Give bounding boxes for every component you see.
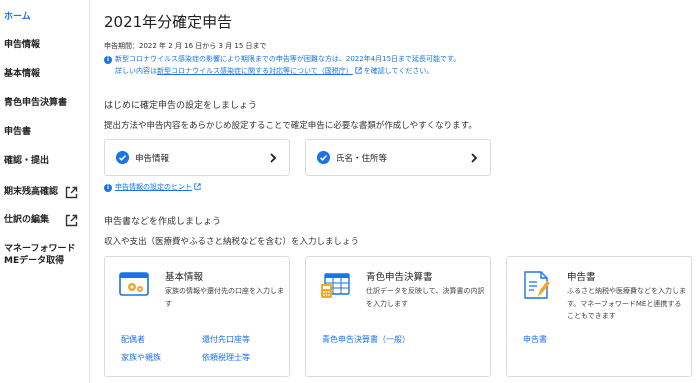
external-link-icon bbox=[65, 214, 78, 227]
external-link-icon bbox=[194, 183, 201, 190]
setup-description: 提出方法や申告内容をあらかじめ設定することで確定申告に必要な書類が作成しやすくな… bbox=[104, 121, 477, 131]
info-icon: i bbox=[104, 56, 112, 64]
notice-text: を確認してください。 bbox=[363, 67, 434, 75]
documents-description: 収入や支出（医療費やふるさと納税などを含む）を入力しましょう bbox=[104, 237, 360, 247]
filing-info-card[interactable]: 申告情報 bbox=[104, 139, 290, 176]
card-title: 青色申告決算書 bbox=[366, 272, 433, 283]
blue-return-card[interactable]: 青色申告決算書 仕訳データを反映して、決算書の内訳を入力します 青色申告決算書（… bbox=[305, 256, 491, 377]
name-address-card[interactable]: 氏名・住所等 bbox=[305, 139, 491, 176]
return-form-link[interactable]: 申告書 bbox=[523, 334, 547, 345]
main-content: 2021年分確定申告 申告期間：2022 年 2 月 16 日から 3 月 15… bbox=[90, 0, 700, 383]
filing-period: 申告期間：2022 年 2 月 16 日から 3 月 15 日まで bbox=[104, 42, 267, 50]
sidebar-item-filing-info[interactable]: 申告情報 bbox=[0, 39, 90, 51]
sidebar-item-basic-info[interactable]: 基本情報 bbox=[0, 68, 90, 80]
settings-window-icon bbox=[119, 272, 149, 296]
sidebar-item-label: 期末残高確認 bbox=[4, 187, 59, 197]
spreadsheet-calculator-icon bbox=[321, 273, 350, 298]
external-link-icon bbox=[355, 67, 362, 74]
sidebar-item-journal-edit[interactable]: 仕訳の編集 bbox=[0, 214, 90, 227]
sidebar: ホーム 申告情報 基本情報 青色申告決算書 申告書 確認・提出 期末残高確認 仕… bbox=[0, 0, 90, 383]
card-description: ふるさと納税や医療費などを入力します。マネーフォワードMEと連携することもできま… bbox=[567, 287, 686, 320]
setup-hint: i 申告情報の設定のヒント bbox=[104, 182, 203, 192]
covid-info-link[interactable]: 新型コロナウイルス感染症に関する対応等について（国税庁） bbox=[157, 67, 353, 75]
basic-info-card[interactable]: 基本情報 家族の情報や還付先の口座を入力します 配偶者 還付先口座等 家族や親族… bbox=[104, 256, 290, 377]
card-description: 家族の情報や還付先の口座を入力します bbox=[165, 287, 284, 308]
documents-heading: 申告書などを作成しましょう bbox=[104, 217, 222, 227]
sidebar-item-confirm-submit[interactable]: 確認・提出 bbox=[0, 155, 90, 167]
setup-heading: はじめに確定申告の設定をしましょう bbox=[104, 101, 258, 111]
return-form-card[interactable]: 申告書 ふるさと納税や医療費などを入力します。マネーフォワードMEと連携すること… bbox=[506, 256, 692, 377]
chevron-right-icon bbox=[270, 153, 277, 163]
card-label: 氏名・住所等 bbox=[336, 154, 388, 164]
blue-return-general-link[interactable]: 青色申告決算書（一般） bbox=[322, 334, 410, 345]
chevron-right-icon bbox=[471, 153, 478, 163]
document-pencil-icon bbox=[524, 271, 550, 299]
notice-text: 新型コロナウイルス感染症の影響により期限までの申告等が困難な方は、2022年4月… bbox=[115, 55, 461, 63]
family-link[interactable]: 家族や親族 bbox=[121, 352, 161, 363]
tax-accountant-link[interactable]: 依頼税理士等 bbox=[202, 352, 250, 363]
card-title: 申告書 bbox=[567, 272, 596, 283]
sidebar-item-closing-balance[interactable]: 期末残高確認 bbox=[0, 186, 90, 199]
card-label: 申告情報 bbox=[135, 154, 170, 164]
sidebar-item-label: マネーフォワード bbox=[4, 244, 76, 254]
page-title: 2021年分確定申告 bbox=[104, 13, 233, 31]
refund-account-link[interactable]: 還付先口座等 bbox=[202, 334, 250, 345]
sidebar-item-label: 仕訳の編集 bbox=[4, 215, 50, 225]
info-icon: i bbox=[104, 184, 112, 192]
card-title: 基本情報 bbox=[165, 272, 204, 283]
notice-text: 詳しい内容は bbox=[115, 67, 157, 75]
setup-hint-link[interactable]: 申告情報の設定のヒント bbox=[115, 183, 192, 191]
sidebar-item-blue-return[interactable]: 青色申告決算書 bbox=[0, 97, 90, 109]
external-link-icon bbox=[65, 186, 78, 199]
check-icon bbox=[317, 151, 330, 164]
sidebar-item-label: MEデータ取得 bbox=[4, 256, 65, 266]
spouse-link[interactable]: 配偶者 bbox=[121, 334, 145, 345]
sidebar-item-return-form[interactable]: 申告書 bbox=[0, 126, 90, 138]
sidebar-item-moneyforward-me[interactable]: マネーフォワード MEデータ取得 bbox=[0, 243, 90, 267]
covid-notice: i 新型コロナウイルス感染症の影響により期限までの申告等が困難な方は、2022年4… bbox=[104, 53, 460, 77]
check-icon bbox=[116, 151, 129, 164]
sidebar-item-home[interactable]: ホーム bbox=[0, 11, 90, 23]
card-description: 仕訳データを反映して、決算書の内訳を入力します bbox=[366, 287, 485, 308]
